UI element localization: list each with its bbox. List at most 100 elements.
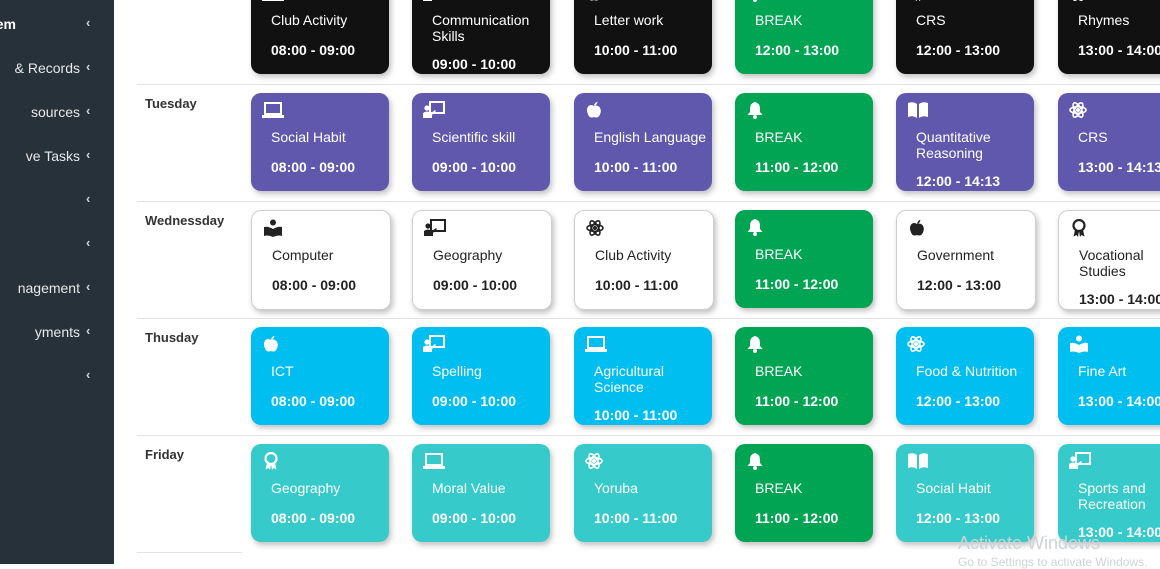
slot-time: 11:00 - 12:00 bbox=[755, 510, 839, 526]
slot-time: 09:00 - 10:00 bbox=[432, 56, 517, 72]
slot-time: 10:00 - 11:00 bbox=[594, 42, 678, 58]
timetable-slot[interactable]: Agricultural Science 10:00 - 11:00 bbox=[574, 327, 712, 425]
slot-time: 13:00 - 14:00 bbox=[1078, 42, 1160, 58]
row-divider bbox=[137, 552, 242, 553]
chevron-left-icon: ‹ bbox=[86, 147, 91, 162]
slot-time: 08:00 - 09:00 bbox=[272, 277, 357, 293]
chevron-left-icon: ‹ bbox=[86, 367, 91, 382]
day-label: Thusday bbox=[145, 330, 199, 345]
slot-time: 11:00 - 12:00 bbox=[755, 393, 839, 409]
slot-subject: Club Activity bbox=[271, 12, 348, 28]
slot-time: 12:00 - 14:13 bbox=[916, 173, 1001, 189]
sidebar-item[interactable]: ‹ bbox=[0, 222, 114, 266]
teacher-board-icon bbox=[423, 335, 445, 353]
activate-windows-watermark: Activate Windows bbox=[958, 533, 1101, 553]
slot-subject: Spelling bbox=[432, 363, 482, 379]
slot-subject: CRS bbox=[916, 12, 946, 28]
slot-time: 13:00 - 14:00 bbox=[1079, 291, 1160, 307]
timetable-slot[interactable]: Letter work 10:00 - 11:00 bbox=[574, 0, 712, 74]
day-label: Tuesday bbox=[145, 96, 197, 111]
timetable-slot[interactable]: Food & Nutrition 12:00 - 13:00 bbox=[896, 327, 1034, 425]
bell-icon bbox=[746, 218, 766, 236]
atom-icon bbox=[1069, 0, 1089, 2]
slot-subject: Moral Value bbox=[432, 480, 506, 496]
timetable-slot[interactable]: Vocational Studies 13:00 - 14:00 bbox=[1058, 210, 1160, 310]
sidebar-item-label: ve Tasks bbox=[25, 148, 80, 164]
slot-time: 11:00 - 12:00 bbox=[755, 276, 839, 292]
timetable-slot[interactable]: English Language 10:00 - 11:00 bbox=[574, 93, 712, 191]
timetable-slot[interactable]: Scientific skill 09:00 - 10:00 bbox=[412, 93, 550, 191]
slot-time: 09:00 - 10:00 bbox=[433, 277, 518, 293]
chevron-left-icon: ‹ bbox=[86, 191, 91, 206]
day-label: Friday bbox=[145, 447, 185, 462]
timetable-slot[interactable]: BREAK 11:00 - 12:00 bbox=[735, 444, 873, 542]
chevron-left-icon: ‹ bbox=[86, 15, 91, 30]
slot-subject: Scientific skill bbox=[432, 129, 516, 145]
timetable-slot[interactable]: Communication Skills 09:00 - 10:00 bbox=[412, 0, 550, 74]
timetable-slot[interactable]: ICT 08:00 - 09:00 bbox=[251, 327, 389, 425]
chevron-left-icon: ‹ bbox=[86, 59, 91, 74]
slot-subject: Vocational Studies bbox=[1079, 247, 1144, 279]
timetable-slot[interactable]: BREAK 12:00 - 13:00 bbox=[735, 0, 873, 74]
sidebar-item[interactable]: yments ‹ bbox=[0, 310, 114, 354]
timetable-slot[interactable]: Geography 08:00 - 09:00 bbox=[251, 444, 389, 542]
slot-subject: BREAK bbox=[755, 12, 803, 28]
timetable-slot[interactable]: Sports and Recreation 13:00 - 14:00 bbox=[1058, 444, 1160, 542]
timetable-slot[interactable]: CRS 12:00 - 13:00 bbox=[896, 0, 1034, 74]
timetable-slot[interactable]: Fine Art 13:00 - 14:00 bbox=[1058, 327, 1160, 425]
sidebar-item[interactable]: ‹ bbox=[0, 178, 114, 222]
timetable-slot[interactable]: BREAK 11:00 - 12:00 bbox=[735, 93, 873, 191]
timetable-slot[interactable]: Social Habit 12:00 - 13:00 bbox=[896, 444, 1034, 542]
slot-time: 13:00 - 14:00 bbox=[1078, 393, 1160, 409]
sidebar-item[interactable]: sources ‹ bbox=[0, 90, 114, 134]
reader-icon bbox=[263, 219, 283, 237]
atom-icon bbox=[585, 452, 605, 470]
slot-time: 08:00 - 09:00 bbox=[271, 159, 356, 175]
atom-icon bbox=[586, 219, 606, 237]
slot-subject: Geography bbox=[433, 247, 503, 263]
timetable-slot[interactable]: Club Activity 08:00 - 09:00 bbox=[251, 0, 389, 74]
slot-time: 13:00 - 14:13 bbox=[1078, 159, 1160, 175]
slot-time: 10:00 - 11:00 bbox=[594, 159, 678, 175]
sidebar-item[interactable]: ‹ bbox=[0, 354, 114, 398]
timetable-slot[interactable]: BREAK 11:00 - 12:00 bbox=[735, 210, 873, 308]
slot-time: 08:00 - 09:00 bbox=[271, 42, 356, 58]
timetable-slot[interactable]: Spelling 09:00 - 10:00 bbox=[412, 327, 550, 425]
timetable-slot[interactable]: Social Habit 08:00 - 09:00 bbox=[251, 93, 389, 191]
timetable-slot[interactable]: BREAK 11:00 - 12:00 bbox=[735, 327, 873, 425]
row-divider bbox=[137, 435, 1160, 436]
apple-icon bbox=[262, 335, 282, 353]
chevron-left-icon: ‹ bbox=[86, 103, 91, 118]
timetable-slot[interactable]: Government 12:00 - 13:00 bbox=[896, 210, 1036, 310]
sidebar-item[interactable]: nagement ‹ bbox=[0, 266, 114, 310]
timetable-slot[interactable]: Computer 08:00 - 09:00 bbox=[251, 210, 391, 310]
slot-subject: BREAK bbox=[755, 129, 803, 145]
slot-time: 08:00 - 09:00 bbox=[271, 510, 356, 526]
timetable-slot[interactable]: Yoruba 10:00 - 11:00 bbox=[574, 444, 712, 542]
bell-icon bbox=[746, 0, 766, 2]
reader-icon bbox=[1069, 335, 1089, 353]
sidebar-item[interactable]: & Records ‹ bbox=[0, 46, 114, 90]
timetable-slot[interactable]: Quantitative Reasoning 12:00 - 14:13 bbox=[896, 93, 1034, 191]
slot-time: 12:00 - 13:00 bbox=[917, 277, 1002, 293]
slot-subject: Rhymes bbox=[1078, 12, 1130, 28]
slot-time: 11:00 - 12:00 bbox=[755, 159, 839, 175]
slot-subject: Fine Art bbox=[1078, 363, 1127, 379]
teacher-board-icon bbox=[423, 101, 445, 119]
award-icon bbox=[1070, 218, 1090, 237]
timetable-slot[interactable]: Moral Value 09:00 - 10:00 bbox=[412, 444, 550, 542]
timetable-slot[interactable]: CRS 13:00 - 14:13 bbox=[1058, 93, 1160, 191]
sidebar-item[interactable]: em ‹ bbox=[0, 2, 114, 46]
timetable-slot[interactable]: Rhymes 13:00 - 14:00 bbox=[1058, 0, 1160, 74]
sidebar-item-label: & Records bbox=[14, 60, 80, 76]
slot-subject: CRS bbox=[1078, 129, 1108, 145]
chevron-left-icon: ‹ bbox=[86, 323, 91, 338]
apple-icon bbox=[585, 101, 605, 119]
slot-time: 08:00 - 09:00 bbox=[271, 393, 356, 409]
sidebar-item[interactable]: ve Tasks ‹ bbox=[0, 134, 114, 178]
bell-icon bbox=[746, 452, 766, 470]
slot-time: 10:00 - 11:00 bbox=[594, 510, 678, 526]
slot-time: 12:00 - 13:00 bbox=[916, 393, 1001, 409]
timetable-slot[interactable]: Club Activity 10:00 - 11:00 bbox=[574, 210, 714, 310]
timetable-slot[interactable]: Geography 09:00 - 10:00 bbox=[412, 210, 552, 310]
